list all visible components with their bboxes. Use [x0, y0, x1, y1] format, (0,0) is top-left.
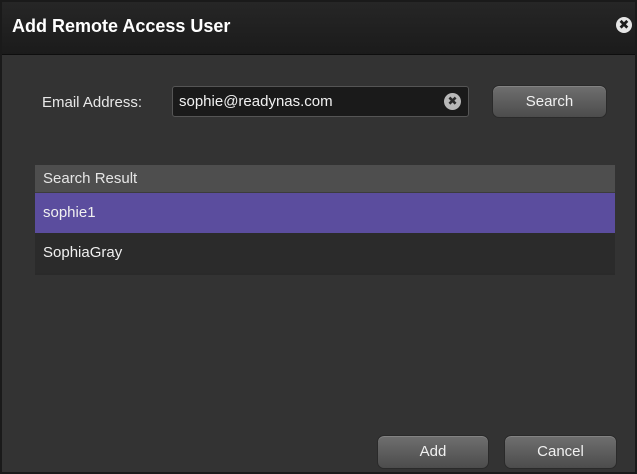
cancel-button[interactable]: Cancel	[504, 435, 617, 469]
dialog-titlebar: Add Remote Access User ✖	[2, 2, 635, 55]
search-button[interactable]: Search	[492, 85, 607, 118]
add-remote-access-user-dialog: Add Remote Access User ✖ Email Address: …	[0, 0, 637, 474]
email-address-label: Email Address:	[42, 94, 143, 111]
search-result-header: Search Result	[35, 165, 615, 193]
email-input[interactable]	[173, 87, 433, 116]
email-field: ✖	[172, 86, 469, 117]
search-result-list: Search Result sophie1 SophiaGray	[35, 165, 615, 275]
dialog-title: Add Remote Access User	[12, 16, 231, 36]
clear-icon[interactable]: ✖	[444, 93, 461, 110]
close-icon[interactable]: ✖	[616, 17, 632, 33]
list-item[interactable]: SophiaGray	[35, 233, 615, 273]
list-item[interactable]: sophie1	[35, 193, 615, 233]
add-button[interactable]: Add	[377, 435, 489, 469]
